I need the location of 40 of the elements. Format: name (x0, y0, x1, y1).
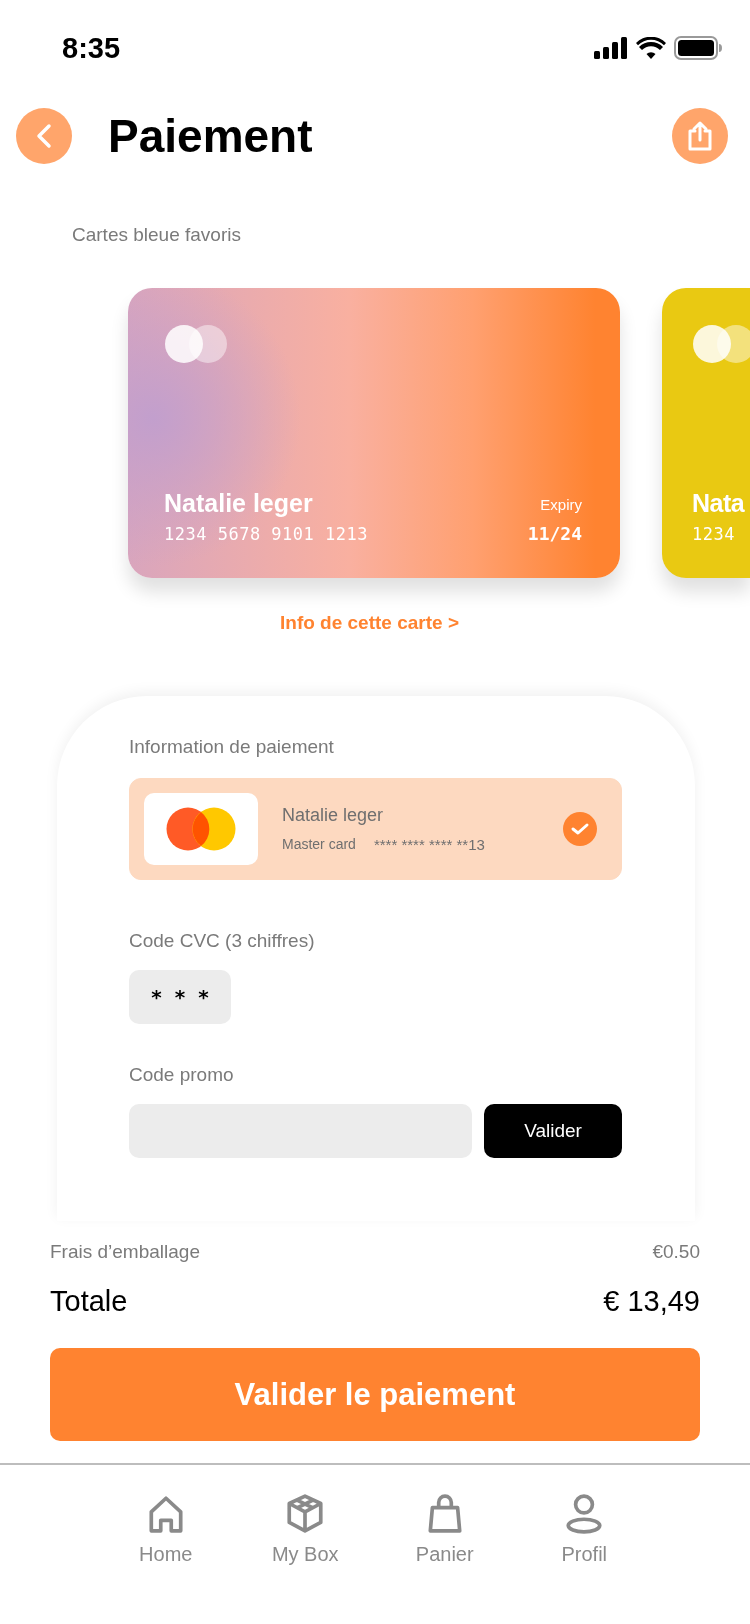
overlapping-circles-icon (166, 807, 236, 851)
cardholder-name: Natalie leger (164, 489, 314, 518)
confirm-payment-button[interactable]: Valider le paiement (50, 1348, 700, 1441)
battery-icon (674, 36, 722, 60)
credit-card[interactable]: Natalie leger 1234 5678 9101 1213 Expiry 11/24 (128, 288, 620, 578)
status-time: 8:35 (62, 31, 121, 65)
field-label: Code CVC (3 chiffres) (129, 930, 316, 952)
back-button[interactable] (16, 108, 72, 164)
fee-amount: €0.50 (652, 1241, 700, 1263)
card-number: 1234 5678 9101 1213 (164, 524, 368, 544)
cardholder-name: Natalie leger (282, 805, 385, 826)
apply-promo-button[interactable]: Valider (484, 1104, 622, 1158)
share-icon (686, 120, 714, 152)
nav-tab[interactable]: Home (120, 1493, 211, 1566)
nav-tab[interactable]: Panier (399, 1493, 490, 1566)
cvc-input-field[interactable]: * * * (129, 970, 231, 1024)
check-icon (563, 812, 597, 846)
section-label: Cartes bleue favoris (72, 224, 242, 246)
share-button[interactable] (672, 108, 728, 164)
wifi-icon (636, 37, 666, 59)
masked-card-number: **** **** **** **13 (373, 836, 485, 853)
nav-tab[interactable]: My Box (260, 1493, 351, 1566)
card-info-link[interactable]: Info de cette carte > (280, 612, 459, 634)
fee-label: Frais d’emballage (50, 1241, 200, 1263)
expiry-label: Expiry (540, 496, 582, 513)
signal-icon (594, 37, 628, 59)
card-logo-icon (164, 324, 228, 364)
chevron-left-icon (36, 123, 52, 149)
card-brand: Master card (282, 836, 356, 853)
payment-method-option[interactable]: Natalie leger Master card **** **** **** **13 (129, 778, 622, 880)
total-amount: € 13,49 (603, 1285, 700, 1318)
card-number: 1234 (692, 524, 736, 544)
expiry-date: 11/24 (527, 523, 582, 544)
field-label: Code promo (129, 1064, 235, 1086)
card-logo-icon (692, 324, 750, 364)
cardholder-name: Nata (692, 489, 745, 518)
section-label: Information de paiement (129, 736, 335, 758)
total-label: Totale (50, 1285, 128, 1318)
page-title: Paiement (108, 109, 314, 163)
nav-tab[interactable]: Profil (539, 1493, 630, 1566)
